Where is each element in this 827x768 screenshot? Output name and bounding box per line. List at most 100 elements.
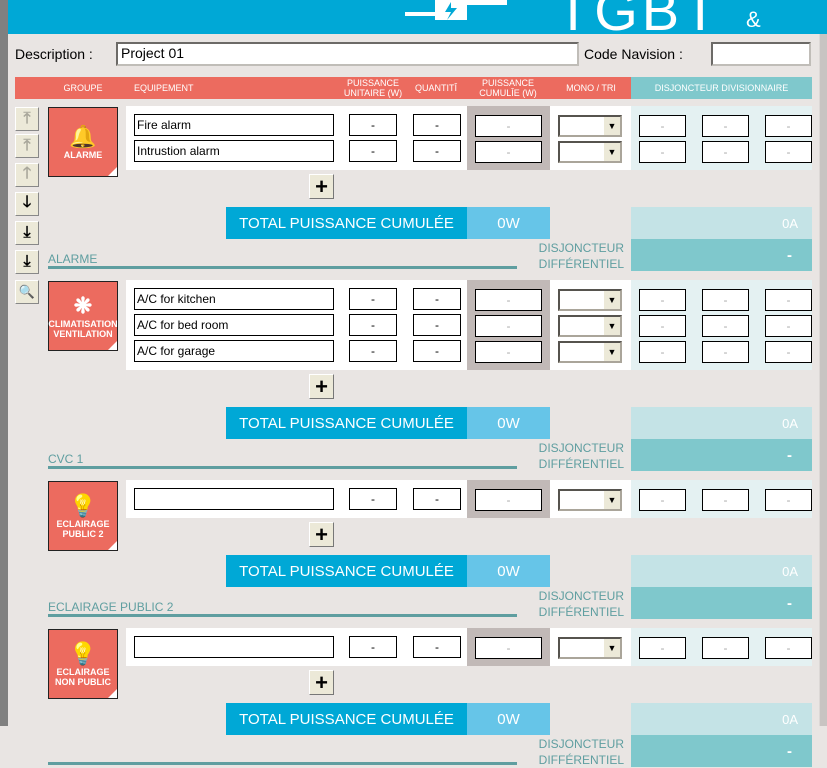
group-tile-3[interactable]: 💡 ECLAIRAGE NON PUBLIC xyxy=(48,629,118,699)
plus-icon: + xyxy=(315,173,328,199)
app-title: TGBT xyxy=(556,0,722,34)
total-puissance-value: 0W xyxy=(467,407,550,439)
mono-tri-select[interactable]: ▼ xyxy=(558,341,622,363)
vertical-scrollbar[interactable] xyxy=(819,34,827,726)
group-divider xyxy=(48,614,517,617)
add-equipment-button[interactable]: + xyxy=(309,670,334,695)
group-tile-label: CLIMATISATION xyxy=(48,319,118,329)
quantite-input[interactable]: - xyxy=(413,140,461,162)
group-tile-2[interactable]: 💡 ECLAIRAGE PUBLIC 2 xyxy=(48,481,118,551)
total-amps-value: 0A xyxy=(631,555,812,587)
mono-tri-select[interactable]: ▼ xyxy=(558,141,622,163)
disjoncteur-divisionnaire-field: - xyxy=(702,315,749,337)
total-puissance-value: 0W xyxy=(467,555,550,587)
move-down-icon: 🡓 xyxy=(22,193,32,211)
col-mono-tri: MONO / TRI xyxy=(566,83,616,93)
group-tile-label: ALARME xyxy=(63,150,103,160)
move-bottom-button[interactable]: ⤓ xyxy=(15,250,39,274)
mono-tri-select[interactable]: ▼ xyxy=(558,315,622,337)
puissance-unitaire-input[interactable]: - xyxy=(349,140,397,162)
quantite-input[interactable]: - xyxy=(413,114,461,136)
disjoncteur-divisionnaire-field: - xyxy=(639,315,686,337)
mono-tri-select[interactable]: ▼ xyxy=(558,289,622,311)
group-tile-label: VENTILATION xyxy=(53,329,113,339)
plus-icon: + xyxy=(315,521,328,547)
puissance-cumulee-field: - xyxy=(475,341,542,363)
puissance-unitaire-input[interactable]: - xyxy=(349,114,397,136)
disjoncteur-differentiel-value: - xyxy=(631,439,812,471)
group-tile-label: NON PUBLIC xyxy=(55,677,111,687)
puissance-cumulee-field: - xyxy=(475,115,542,137)
move-up-button[interactable]: 🡑 xyxy=(15,163,39,187)
code-navision-input[interactable] xyxy=(711,42,811,66)
chevron-down-icon[interactable]: ▼ xyxy=(604,117,620,135)
description-input[interactable]: Project 01 xyxy=(116,42,579,66)
chevron-down-icon[interactable]: ▼ xyxy=(604,491,620,509)
chevron-down-icon[interactable]: ▼ xyxy=(604,143,620,161)
quantite-input[interactable]: - xyxy=(413,488,461,510)
equipement-input[interactable]: Fire alarm xyxy=(134,114,334,136)
col-text: PUISSANCE xyxy=(481,78,534,88)
disj-text: DIFFÉRENTIEL xyxy=(538,457,624,471)
app-subtitle: & BESO xyxy=(746,7,807,34)
mono-tri-select[interactable]: ▼ xyxy=(558,637,622,659)
move-down-bar-button[interactable]: ⤓ xyxy=(15,221,39,245)
mono-tri-select[interactable]: ▼ xyxy=(558,489,622,511)
description-label: Description : xyxy=(15,46,93,62)
col-equipement: EQUIPEMENT xyxy=(134,83,194,93)
mono-tri-select[interactable]: ▼ xyxy=(558,115,622,137)
disjoncteur-differentiel-value: - xyxy=(631,735,812,767)
equipement-input[interactable]: A/C for garage xyxy=(134,340,334,362)
puissance-cumulee-field: - xyxy=(475,141,542,163)
move-top-button[interactable]: ⤒ xyxy=(15,107,39,131)
move-top-button[interactable]: ⤒ xyxy=(15,134,39,158)
group-tile-label: ECLAIRAGE xyxy=(56,519,110,529)
total-puissance-label: TOTAL PUISSANCE CUMULÉE xyxy=(226,703,467,735)
col-text: PUISSANCE xyxy=(346,78,399,88)
puissance-unitaire-input[interactable]: - xyxy=(349,314,397,336)
move-down-bar-icon: ⤓ xyxy=(23,224,31,241)
equipement-input[interactable] xyxy=(134,488,334,510)
chevron-down-icon[interactable]: ▼ xyxy=(604,291,620,309)
total-amps-value: 0A xyxy=(631,703,812,735)
add-equipment-button[interactable]: + xyxy=(309,374,334,399)
col-text: UNITAIRE (W) xyxy=(343,88,403,98)
group-tile-label: ECLAIRAGE xyxy=(56,667,110,677)
app-header: TGBT & BESO xyxy=(8,0,827,34)
disj-text: DISJONCTEUR xyxy=(538,241,624,255)
add-equipment-button[interactable]: + xyxy=(309,174,334,199)
col-puissance-cumulee: PUISSANCE CUMULÎE (W) xyxy=(470,77,546,99)
equipement-input[interactable]: A/C for kitchen xyxy=(134,288,334,310)
quantite-input[interactable]: - xyxy=(413,288,461,310)
chevron-down-icon[interactable]: ▼ xyxy=(604,343,620,361)
disjoncteur-divisionnaire-field: - xyxy=(765,141,812,163)
add-equipment-button[interactable]: + xyxy=(309,522,334,547)
col-puissance-unitaire: PUISSANCE UNITAIRE (W) xyxy=(340,77,406,99)
chevron-down-icon[interactable]: ▼ xyxy=(604,639,620,657)
move-down-button[interactable]: 🡓 xyxy=(15,192,39,216)
disjoncteur-differentiel-label: DISJONCTEUR DIFFÉRENTIEL xyxy=(520,240,624,272)
disjoncteur-divisionnaire-field: - xyxy=(765,341,812,363)
equipement-input[interactable]: Intrustion alarm xyxy=(134,140,334,162)
quantite-input[interactable]: - xyxy=(413,340,461,362)
disjoncteur-divisionnaire-field: - xyxy=(765,637,812,659)
code-navision-label: Code Navision : xyxy=(584,46,683,62)
equipement-input[interactable] xyxy=(134,636,334,658)
search-button[interactable]: 🔍 xyxy=(15,280,39,304)
disjoncteur-divisionnaire-field: - xyxy=(702,141,749,163)
group-tile-1[interactable]: ❋ CLIMATISATION VENTILATION xyxy=(48,281,118,351)
quantite-input[interactable]: - xyxy=(413,636,461,658)
puissance-unitaire-input[interactable]: - xyxy=(349,636,397,658)
puissance-unitaire-input[interactable]: - xyxy=(349,488,397,510)
chevron-down-icon[interactable]: ▼ xyxy=(604,317,620,335)
group-tile-0[interactable]: 🔔 ALARME xyxy=(48,107,118,177)
puissance-unitaire-input[interactable]: - xyxy=(349,340,397,362)
quantite-input[interactable]: - xyxy=(413,314,461,336)
col-quantite: QUANTITÎ xyxy=(415,83,457,93)
total-amps-value: 0A xyxy=(631,407,812,439)
move-up-icon: 🡑 xyxy=(22,164,32,182)
plus-icon: + xyxy=(315,669,328,695)
puissance-unitaire-input[interactable]: - xyxy=(349,288,397,310)
equipement-input[interactable]: A/C for bed room xyxy=(134,314,334,336)
lightbulb-icon: 💡 xyxy=(69,493,97,518)
